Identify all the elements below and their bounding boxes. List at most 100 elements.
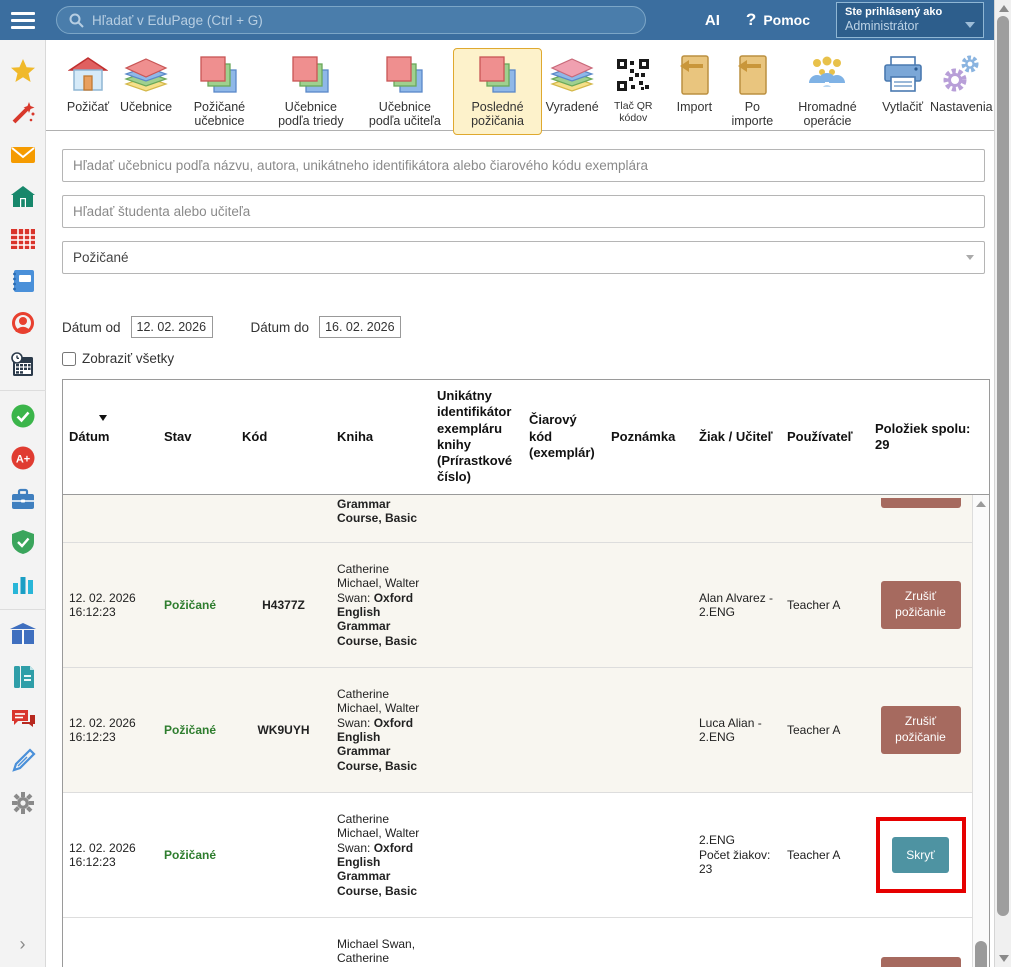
sidebar-item-messages[interactable] xyxy=(0,134,46,176)
cancel-loan-button-partial[interactable] xyxy=(881,498,961,508)
cancel-loan-button[interactable]: Zrušiť požičanie xyxy=(881,581,961,628)
toolbar-item-ucebnice-podla-ucitela[interactable]: Učebnice podľa učiteľa xyxy=(359,48,451,135)
book-search-input[interactable] xyxy=(62,149,985,182)
column-header-poloziek-spolu: Položiek spolu: 29 xyxy=(869,380,989,494)
sidebar-item-settings[interactable] xyxy=(0,782,46,824)
date-from-input[interactable] xyxy=(131,316,213,338)
logged-in-user-dropdown[interactable]: Ste prihlásený ako Administrátor xyxy=(836,2,984,38)
table-scrollbar[interactable] xyxy=(972,495,989,967)
help-button[interactable]: ? Pomoc xyxy=(746,10,810,30)
toolbar-item-vytlacit[interactable]: Vytlačiť xyxy=(875,48,931,120)
toolbar-item-ucebnice-podla-triedy[interactable]: Učebnice podľa triedy xyxy=(265,48,357,135)
column-header-pouzivatel[interactable]: Používateľ xyxy=(781,380,869,494)
star-icon xyxy=(10,58,36,84)
sidebar-expand-chevron-icon[interactable]: › xyxy=(20,934,26,955)
table-row: Grammar Course, Basic xyxy=(63,495,972,543)
timetable-grid-icon xyxy=(10,226,36,252)
pen-icon xyxy=(10,748,36,774)
cancel-loan-button[interactable]: Zrušiť požičanie xyxy=(881,706,961,753)
sidebar-item-library[interactable] xyxy=(0,614,46,656)
date-to-input[interactable] xyxy=(319,316,401,338)
toolbar-item-posledne-pozicania[interactable]: Posledné požičania xyxy=(453,48,542,135)
status-badge: Požičané xyxy=(158,793,236,918)
house-icon xyxy=(68,55,108,95)
toolbar-item-pozicat[interactable]: Požičať xyxy=(60,48,116,120)
table-scroll-up-icon[interactable] xyxy=(976,501,986,507)
sidebar-item-home[interactable] xyxy=(0,176,46,218)
table-row: 12. 02. 2026 16:12:23 Požičané 15UND6 Mi… xyxy=(63,918,972,967)
column-header-kod[interactable]: Kód xyxy=(236,380,331,494)
gear-icon xyxy=(10,790,36,816)
sidebar-item-timetable[interactable] xyxy=(0,218,46,260)
logged-in-label: Ste prihlásený ako xyxy=(845,6,975,18)
status-badge: Požičané xyxy=(158,543,236,668)
column-header-ciarovy-kod[interactable]: Čiarový kód (exemplár) xyxy=(523,380,605,494)
sidebar-item-communication[interactable] xyxy=(0,698,46,740)
sidebar-item-documents[interactable] xyxy=(0,656,46,698)
logged-in-user: Administrátor xyxy=(845,19,975,33)
table-scrollbar-thumb[interactable] xyxy=(975,941,987,967)
date-from-label: Dátum od xyxy=(62,320,121,335)
scroll-up-icon[interactable] xyxy=(999,5,1009,12)
student-icon xyxy=(10,310,36,336)
toolbar-item-ucebnice[interactable]: Učebnice xyxy=(118,48,174,120)
loans-table-header: Dátum Stav Kód Kniha Unikátny identifiká… xyxy=(63,380,989,495)
toolbar-item-vyradene[interactable]: Vyradené xyxy=(544,48,600,120)
bar-chart-icon xyxy=(10,571,36,597)
home-icon xyxy=(10,184,36,210)
sidebar-item-editor[interactable] xyxy=(0,740,46,782)
ai-button[interactable]: AI xyxy=(705,12,720,29)
main-content: Požičané Dátum od Dátum do Zobraziť všet… xyxy=(46,131,994,967)
column-header-stav[interactable]: Stav xyxy=(158,380,236,494)
module-toolbar: Požičať Učebnice Požičané učebnice Učebn… xyxy=(46,40,994,131)
toolbar-item-tlac-qr-kodov[interactable]: Tlač QR kódov xyxy=(602,48,664,130)
question-icon: ? xyxy=(746,10,756,30)
chat-bubbles-icon xyxy=(10,706,36,732)
sidebar-item-classbook[interactable] xyxy=(0,260,46,302)
select-caret-icon xyxy=(966,255,974,260)
stack-icon xyxy=(290,54,332,96)
status-select[interactable]: Požičané xyxy=(62,241,985,274)
mail-icon xyxy=(10,142,36,168)
column-header-ziak-ucitel[interactable]: Žiak / Učiteľ xyxy=(693,380,781,494)
sidebar-item-attendance[interactable] xyxy=(0,344,46,386)
toolbar-item-nastavenia[interactable]: Nastavenia xyxy=(933,48,990,120)
show-all-checkbox[interactable] xyxy=(62,352,76,366)
cancel-loan-button[interactable]: Zrušiť požičanie xyxy=(881,957,961,967)
column-header-datum[interactable]: Dátum xyxy=(63,380,158,494)
status-badge: Požičané xyxy=(158,918,236,967)
sidebar-item-favorites[interactable] xyxy=(0,50,46,92)
people-group-icon xyxy=(805,55,849,95)
page-scrollbar-thumb[interactable] xyxy=(997,16,1009,916)
page-scrollbar[interactable] xyxy=(994,0,1011,967)
chevron-down-icon xyxy=(965,22,975,28)
printer-icon xyxy=(882,55,924,95)
sidebar-item-security[interactable] xyxy=(0,521,46,563)
column-header-kniha[interactable]: Kniha xyxy=(331,380,431,494)
toolbar-item-po-importe[interactable]: Po importe xyxy=(724,48,780,135)
shield-check-icon xyxy=(10,529,36,555)
sidebar-item-grades[interactable]: A+ xyxy=(0,437,46,479)
table-row: 12. 02. 2026 16:12:23 Požičané Catherine… xyxy=(63,793,972,918)
sidebar-item-students[interactable] xyxy=(0,302,46,344)
column-header-poznamka[interactable]: Poznámka xyxy=(605,380,693,494)
sidebar-item-agenda[interactable] xyxy=(0,479,46,521)
notebook-icon xyxy=(10,268,36,294)
layers-icon xyxy=(550,55,594,95)
calendar-clock-icon xyxy=(10,352,36,378)
loans-table: Dátum Stav Kód Kniha Unikátny identifiká… xyxy=(62,379,990,967)
filters-panel: Požičané Dátum od Dátum do Zobraziť všet… xyxy=(46,131,994,366)
toolbar-item-import[interactable]: Import xyxy=(666,48,722,120)
scroll-down-icon[interactable] xyxy=(999,955,1009,962)
hamburger-menu-icon[interactable] xyxy=(0,12,46,29)
hide-button[interactable]: Skryť xyxy=(892,837,949,873)
sidebar-item-wizard[interactable] xyxy=(0,92,46,134)
qr-code-icon xyxy=(615,57,651,93)
toolbar-item-pozicane-ucebnice[interactable]: Požičané učebnice xyxy=(176,48,263,135)
toolbar-item-hromadne-operacie[interactable]: Hromadné operácie xyxy=(782,48,872,135)
person-search-input[interactable] xyxy=(62,195,985,228)
column-header-unikatny-identifikator[interactable]: Unikátny identifikátor exempláru knihy (… xyxy=(431,380,523,494)
sidebar-item-results[interactable] xyxy=(0,395,46,437)
global-search-input[interactable]: Hľadať v EduPage (Ctrl + G) xyxy=(56,6,646,34)
sidebar-item-statistics[interactable] xyxy=(0,563,46,605)
